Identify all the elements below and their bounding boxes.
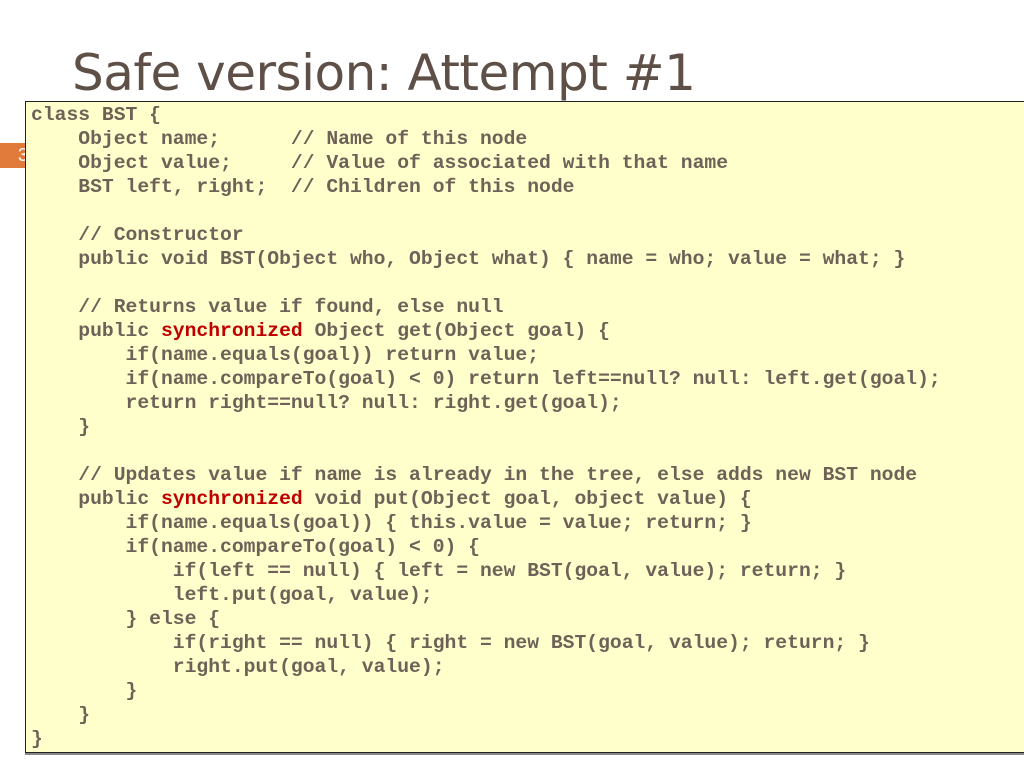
code-line: // Updates value if name is already in t…	[31, 464, 918, 486]
code-line: return right==null? null: right.get(goal…	[31, 392, 622, 414]
code-line: }	[31, 704, 91, 726]
code-line: } else {	[31, 608, 221, 630]
code-line: Object value; // Value of associated wit…	[31, 152, 729, 174]
code-line: // Constructor	[31, 224, 244, 246]
code-line: public synchronized Object get(Object go…	[31, 320, 610, 342]
code-line: public synchronized void put(Object goal…	[31, 488, 752, 510]
code-line: if(left == null) { left = new BST(goal, …	[31, 560, 847, 582]
code-line: BST left, right; // Children of this nod…	[31, 176, 575, 198]
code-line: }	[31, 680, 138, 702]
slide-title: Safe version: Attempt #1	[72, 44, 696, 102]
code-line: if(name.compareTo(goal) < 0) {	[31, 536, 480, 558]
keyword-synchronized: synchronized	[160, 488, 303, 510]
code-line: if(right == null) { right = new BST(goal…	[31, 632, 870, 654]
keyword-synchronized: synchronized	[160, 320, 303, 342]
code-line: left.put(goal, value);	[31, 584, 433, 606]
code-line: right.put(goal, value);	[31, 656, 445, 678]
code-line: // Returns value if found, else null	[31, 296, 504, 318]
code-line: }	[31, 728, 43, 750]
code-box: class BST { Object name; // Name of this…	[25, 101, 1024, 753]
code-block: class BST { Object name; // Name of this…	[31, 103, 941, 751]
code-line: class BST {	[31, 104, 161, 126]
code-line: if(name.equals(goal)) { this.value = val…	[31, 512, 752, 534]
code-line: if(name.equals(goal)) return value;	[31, 344, 540, 366]
code-line: public void BST(Object who, Object what)…	[31, 248, 906, 270]
code-line: Object name; // Name of this node	[31, 128, 528, 150]
code-line: if(name.compareTo(goal) < 0) return left…	[31, 368, 941, 390]
code-line: }	[31, 416, 91, 438]
